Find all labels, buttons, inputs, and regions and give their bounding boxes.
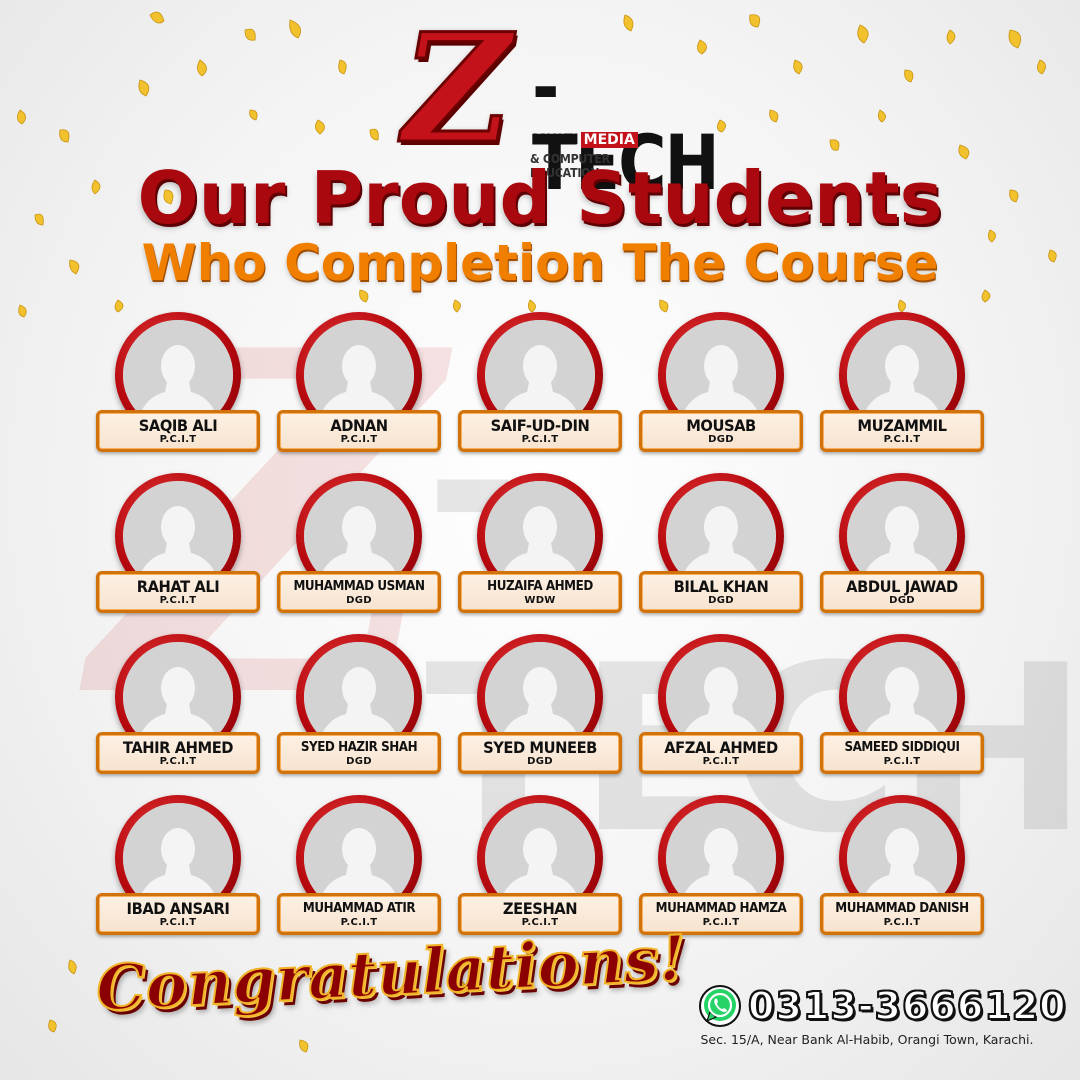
student-card: ABDUL JAWAD DGD <box>820 471 984 616</box>
student-card: BILAL KHAN DGD <box>639 471 803 616</box>
student-name: ADNAN <box>330 416 388 435</box>
student-label: IBAD ANSARI P.C.I.T <box>96 893 260 935</box>
student-card: MUHAMMAD HAMZA P.C.I.T <box>639 793 803 938</box>
student-name: TAHIR AHMED <box>122 738 234 757</box>
student-name: SYED MUNEEB <box>483 738 597 757</box>
student-card: IBAD ANSARI P.C.I.T <box>96 793 260 938</box>
student-course: DGD <box>889 595 915 606</box>
student-card: SAIF-UD-DIN P.C.I.T <box>458 310 622 455</box>
student-course: P.C.I.T <box>883 917 921 928</box>
phone-number: 0313-3666120 <box>747 984 1067 1028</box>
student-course: DGD <box>346 595 372 606</box>
student-label: TAHIR AHMED P.C.I.T <box>96 732 260 774</box>
student-label: MUHAMMAD USMAN DGD <box>277 571 441 613</box>
student-name: ZEESHAN <box>502 899 578 918</box>
student-course: P.C.I.T <box>159 434 197 445</box>
congratulations-text: Congratulations! <box>93 920 688 1026</box>
student-name: MUZAMMIL <box>857 416 947 435</box>
student-name: SAMEED SIDDIQUI <box>844 740 960 755</box>
student-label: ADNAN P.C.I.T <box>277 410 441 452</box>
student-label: RAHAT ALI P.C.I.T <box>96 571 260 613</box>
student-label: MUHAMMAD ATIR P.C.I.T <box>277 893 441 935</box>
student-label: SAQIB ALI P.C.I.T <box>96 410 260 452</box>
student-course: P.C.I.T <box>159 917 197 928</box>
student-name: AFZAL AHMED <box>664 738 778 757</box>
student-name: HUZAIFA AHMED <box>487 579 593 594</box>
student-course: P.C.I.T <box>521 434 559 445</box>
student-name: RAHAT ALI <box>136 577 220 596</box>
student-label: HUZAIFA AHMED WDW <box>458 571 622 613</box>
student-course: P.C.I.T <box>340 917 378 928</box>
student-name: MUHAMMAD HAMZA <box>655 901 787 916</box>
logo-multimedia: MULTI MEDIA <box>532 132 638 148</box>
whatsapp-icon <box>699 985 741 1027</box>
student-course: P.C.I.T <box>883 756 921 767</box>
student-card: TAHIR AHMED P.C.I.T <box>96 632 260 777</box>
student-label: MUHAMMAD DANISH P.C.I.T <box>820 893 984 935</box>
student-name: MUHAMMAD ATIR <box>302 901 416 916</box>
page-title: Our Proud Students <box>137 156 943 240</box>
student-card: SAQIB ALI P.C.I.T <box>96 310 260 455</box>
student-card: MOUSAB DGD <box>639 310 803 455</box>
student-card: MUHAMMAD USMAN DGD <box>277 471 441 616</box>
student-card: MUHAMMAD DANISH P.C.I.T <box>820 793 984 938</box>
student-course: DGD <box>527 756 553 767</box>
student-label: MUZAMMIL P.C.I.T <box>820 410 984 452</box>
student-course: DGD <box>346 756 372 767</box>
student-name: MUHAMMAD USMAN <box>293 579 425 594</box>
student-card: AFZAL AHMED P.C.I.T <box>639 632 803 777</box>
student-course: P.C.I.T <box>883 434 921 445</box>
student-card: HUZAIFA AHMED WDW <box>458 471 622 616</box>
student-course: P.C.I.T <box>340 434 378 445</box>
page-subtitle: Who Completion The Course <box>141 234 939 292</box>
student-name: BILAL KHAN <box>673 577 769 596</box>
address-text: Sec. 15/A, Near Bank Al-Habib, Orangi To… <box>700 1032 1034 1047</box>
students-grid: SAQIB ALI P.C.I.T ADNAN P.C.I.T SAIF-UD-… <box>96 310 986 938</box>
student-course: DGD <box>708 595 734 606</box>
student-card: RAHAT ALI P.C.I.T <box>96 471 260 616</box>
student-course: P.C.I.T <box>702 756 740 767</box>
student-label: SAMEED SIDDIQUI P.C.I.T <box>820 732 984 774</box>
student-label: SYED MUNEEB DGD <box>458 732 622 774</box>
student-name: SYED HAZIR SHAH <box>300 740 418 755</box>
student-name: SAQIB ALI <box>138 416 218 435</box>
student-card: ZEESHAN P.C.I.T <box>458 793 622 938</box>
contact-row: 0313-3666120 <box>698 982 1067 1030</box>
student-card: MUZAMMIL P.C.I.T <box>820 310 984 455</box>
student-name: MUHAMMAD DANISH <box>835 901 969 916</box>
student-name: SAIF-UD-DIN <box>490 416 590 435</box>
student-label: SAIF-UD-DIN P.C.I.T <box>458 410 622 452</box>
ztech-logo: Z -TECH MULTI MEDIA & COMPUTER EDUCATION <box>385 0 720 201</box>
logo-media-text: MEDIA <box>580 132 638 148</box>
student-name: IBAD ANSARI <box>126 899 230 918</box>
student-label: ABDUL JAWAD DGD <box>820 571 984 613</box>
student-label: MOUSAB DGD <box>639 410 803 452</box>
student-name: ABDUL JAWAD <box>846 577 958 596</box>
student-card: MUHAMMAD ATIR P.C.I.T <box>277 793 441 938</box>
student-name: MOUSAB <box>686 416 756 435</box>
student-label: BILAL KHAN DGD <box>639 571 803 613</box>
student-label: AFZAL AHMED P.C.I.T <box>639 732 803 774</box>
student-card: SYED MUNEEB DGD <box>458 632 622 777</box>
student-card: ADNAN P.C.I.T <box>277 310 441 455</box>
student-course: DGD <box>708 434 734 445</box>
logo-multi-text: MULTI <box>532 132 579 148</box>
student-course: P.C.I.T <box>159 595 197 606</box>
student-card: SAMEED SIDDIQUI P.C.I.T <box>820 632 984 777</box>
student-course: WDW <box>524 595 556 606</box>
student-card: SYED HAZIR SHAH DGD <box>277 632 441 777</box>
student-label: SYED HAZIR SHAH DGD <box>277 732 441 774</box>
logo-z-letter: Z <box>385 0 529 179</box>
student-course: P.C.I.T <box>159 756 197 767</box>
